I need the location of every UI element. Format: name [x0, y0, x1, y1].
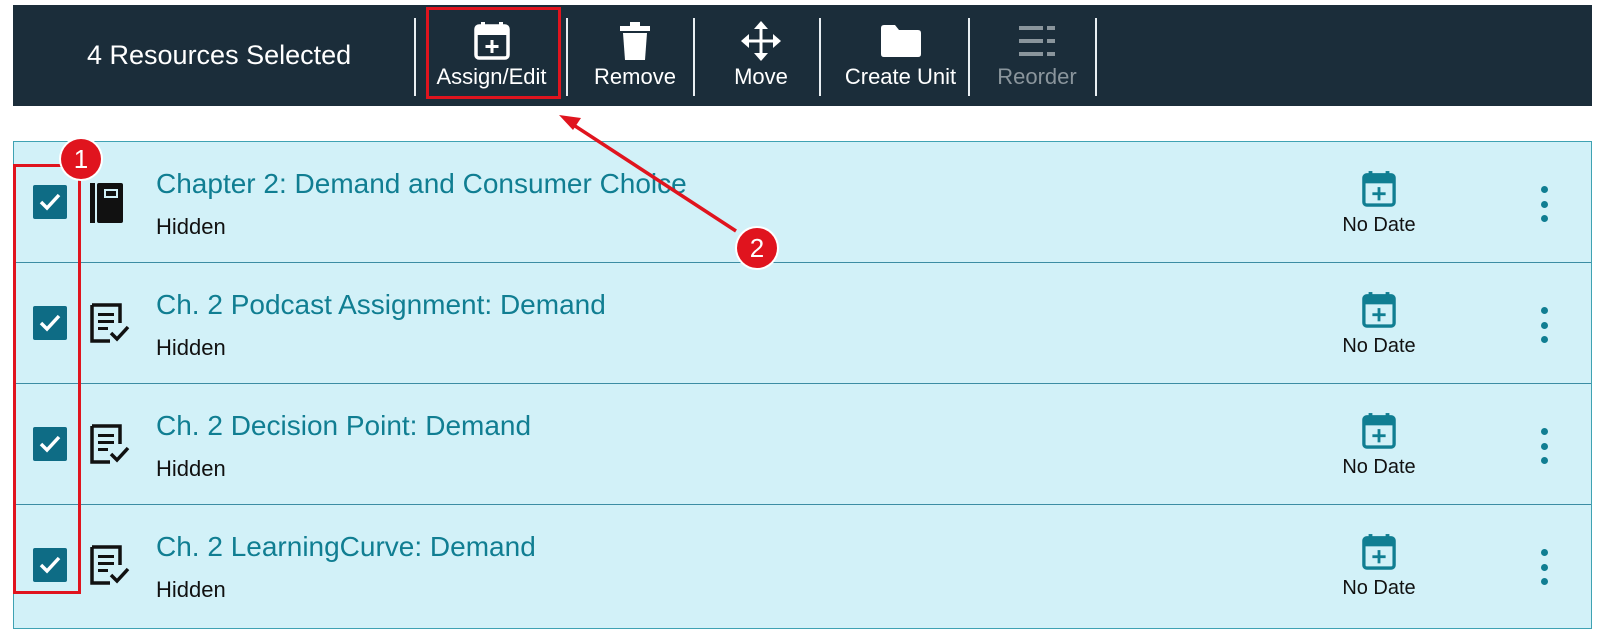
checkmark-icon	[39, 435, 61, 453]
create-unit-label: Create Unit	[844, 64, 957, 89]
assign-date-button[interactable]: No Date	[1334, 533, 1424, 605]
resource-status: Hidden	[156, 456, 226, 481]
assignment-check-icon	[90, 303, 130, 345]
assign-edit-button[interactable]: Assign/Edit	[428, 5, 555, 106]
toolbar-divider	[968, 18, 970, 96]
remove-label: Remove	[594, 64, 676, 89]
resource-row: Ch. 2 LearningCurve: Demand Hidden No Da…	[14, 505, 1591, 626]
resource-status: Hidden	[156, 335, 226, 360]
resource-checkbox[interactable]	[33, 548, 67, 582]
calendar-plus-icon	[1362, 292, 1396, 328]
more-options-icon[interactable]	[1534, 186, 1554, 222]
resource-checkbox[interactable]	[33, 427, 67, 461]
assign-edit-label: Assign/Edit	[436, 64, 547, 89]
reorder-icon	[1019, 21, 1055, 61]
assignment-check-icon	[90, 424, 130, 466]
trash-icon	[620, 21, 650, 61]
calendar-plus-icon	[1362, 413, 1396, 449]
move-label: Move	[734, 64, 788, 89]
resource-row: Ch. 2 Podcast Assignment: Demand Hidden …	[14, 263, 1591, 384]
reorder-button[interactable]: Reorder	[977, 5, 1097, 106]
resource-title-link[interactable]: Chapter 2: Demand and Consumer Choice	[156, 168, 687, 200]
more-options-icon[interactable]	[1534, 307, 1554, 343]
assign-date-button[interactable]: No Date	[1334, 291, 1424, 363]
resource-title-link[interactable]: Ch. 2 Podcast Assignment: Demand	[156, 289, 606, 321]
remove-button[interactable]: Remove	[575, 5, 695, 106]
date-label: No Date	[1342, 577, 1416, 599]
toolbar-divider	[1095, 18, 1097, 96]
ebook-icon	[90, 182, 130, 224]
more-options-icon[interactable]	[1534, 549, 1554, 585]
date-label: No Date	[1342, 335, 1416, 357]
checkmark-icon	[39, 314, 61, 332]
toolbar-divider	[566, 18, 568, 96]
resource-title-link[interactable]: Ch. 2 LearningCurve: Demand	[156, 531, 536, 563]
bulk-action-toolbar: 4 Resources Selected Assign/Edit Remove	[13, 5, 1592, 106]
toolbar-divider	[414, 18, 416, 96]
assignment-check-icon	[90, 545, 130, 587]
resource-checkbox[interactable]	[33, 306, 67, 340]
create-unit-button[interactable]: Create Unit	[828, 5, 973, 106]
assign-date-button[interactable]: No Date	[1334, 412, 1424, 484]
resource-checkbox[interactable]	[33, 185, 67, 219]
checkmark-icon	[39, 193, 61, 211]
reorder-label: Reorder	[997, 64, 1077, 89]
move-button[interactable]: Move	[701, 5, 821, 106]
checkmark-icon	[39, 556, 61, 574]
resource-row: Chapter 2: Demand and Consumer Choice Hi…	[14, 142, 1591, 263]
date-label: No Date	[1342, 214, 1416, 236]
resource-row: Ch. 2 Decision Point: Demand Hidden No D…	[14, 384, 1591, 505]
date-label: No Date	[1342, 456, 1416, 478]
move-arrows-icon	[741, 21, 781, 61]
calendar-plus-icon	[1362, 534, 1396, 570]
toolbar-divider	[693, 18, 695, 96]
resource-list: Chapter 2: Demand and Consumer Choice Hi…	[13, 141, 1592, 629]
calendar-plus-icon	[1362, 171, 1396, 207]
folder-icon	[880, 21, 921, 61]
more-options-icon[interactable]	[1534, 428, 1554, 464]
resource-status: Hidden	[156, 577, 226, 602]
calendar-plus-icon	[473, 21, 510, 61]
resource-title-link[interactable]: Ch. 2 Decision Point: Demand	[156, 410, 531, 442]
toolbar-divider	[819, 18, 821, 96]
resource-status: Hidden	[156, 214, 226, 239]
selected-count-label: 4 Resources Selected	[87, 40, 352, 70]
assign-date-button[interactable]: No Date	[1334, 170, 1424, 242]
